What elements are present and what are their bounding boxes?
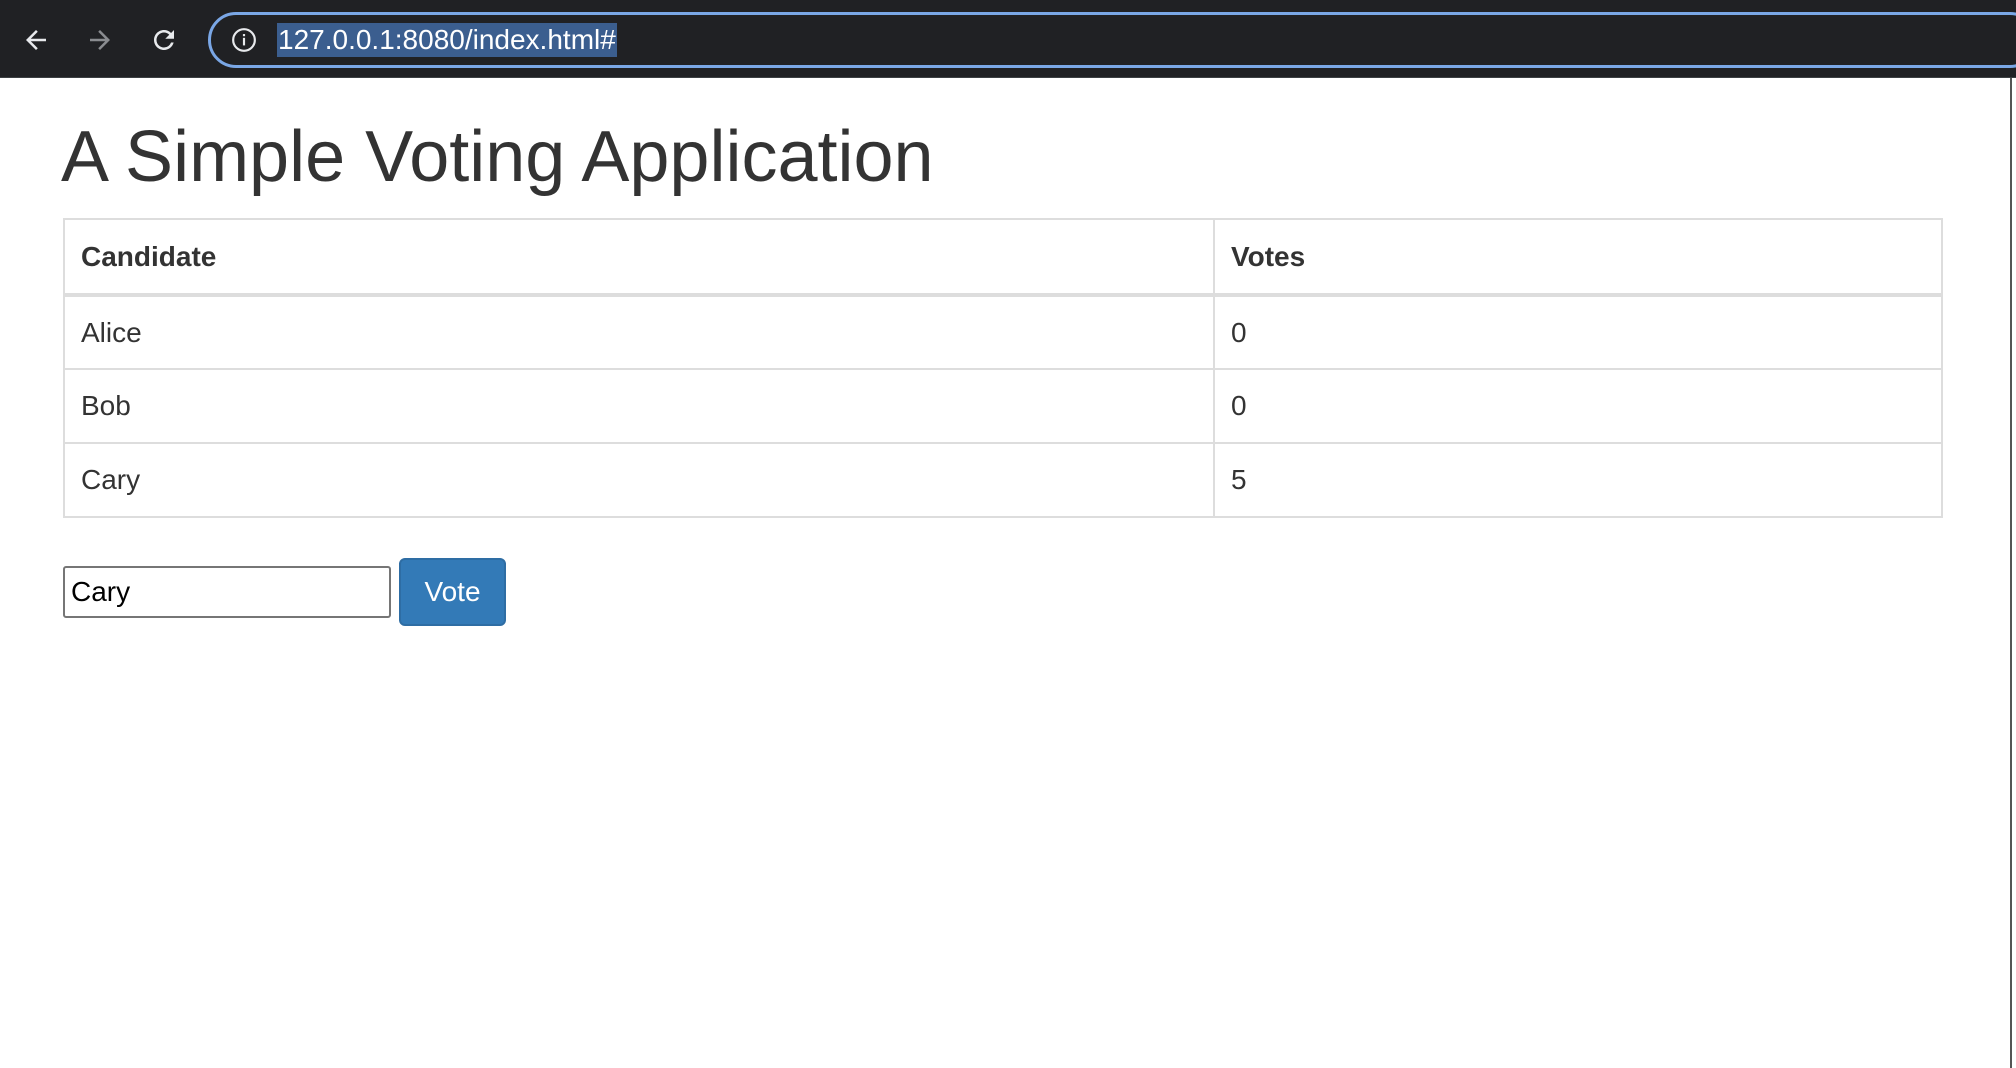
page-viewport: A Simple Voting Application Candidate Vo… — [0, 78, 2012, 1068]
vote-count: 0 — [1213, 294, 1943, 370]
forward-arrow-icon — [90, 30, 110, 50]
reload-button[interactable] — [142, 14, 186, 66]
table-row: Bob 0 — [63, 368, 1943, 444]
reload-icon — [154, 30, 174, 50]
browser-toolbar: 127.0.0.1:8080/index.html# — [0, 0, 2016, 78]
vote-form: Vote — [63, 558, 506, 626]
page-title: A Simple Voting Application — [61, 117, 934, 197]
candidate-name: Alice — [63, 294, 1215, 370]
candidate-input[interactable] — [63, 566, 391, 618]
candidate-name: Cary — [63, 442, 1215, 518]
forward-button[interactable] — [78, 14, 122, 66]
vote-button[interactable]: Vote — [399, 558, 506, 626]
column-header-votes: Votes — [1213, 218, 1943, 297]
url-text[interactable]: 127.0.0.1:8080/index.html# — [277, 23, 617, 57]
back-arrow-icon — [26, 30, 46, 50]
address-bar[interactable]: 127.0.0.1:8080/index.html# — [208, 12, 2016, 68]
back-button[interactable] — [14, 14, 58, 66]
table-row: Alice 0 — [63, 294, 1943, 370]
column-header-candidate: Candidate — [63, 218, 1215, 297]
table-header-row: Candidate Votes — [63, 218, 1943, 297]
table-row: Cary 5 — [63, 442, 1943, 518]
vote-count: 0 — [1213, 368, 1943, 444]
votes-table: Candidate Votes Alice 0 Bob 0 Cary 5 — [63, 218, 1943, 518]
info-icon[interactable] — [231, 27, 257, 53]
vote-count: 5 — [1213, 442, 1943, 518]
candidate-name: Bob — [63, 368, 1215, 444]
